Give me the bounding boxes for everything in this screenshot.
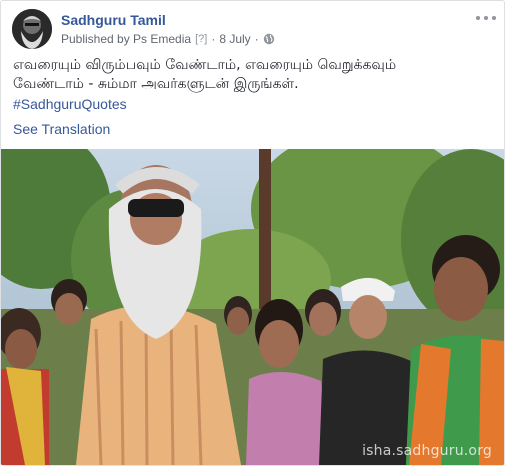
page-avatar[interactable] bbox=[12, 9, 52, 49]
globe-icon[interactable] bbox=[263, 33, 275, 45]
post-photo[interactable]: isha.sadhguru.org bbox=[1, 149, 504, 465]
post-card: Sadhguru Tamil Published by Ps Emedia [?… bbox=[0, 0, 505, 466]
meta-separator: · bbox=[211, 32, 216, 46]
post-date[interactable]: 8 July bbox=[219, 32, 250, 46]
page-name-link[interactable]: Sadhguru Tamil bbox=[61, 12, 166, 28]
help-marker[interactable]: [?] bbox=[195, 33, 207, 45]
post-text-line-2: வேண்டாம் - சும்மா அவர்களுடன் இருங்கள். bbox=[13, 76, 299, 92]
post-header: Sadhguru Tamil Published by Ps Emedia [?… bbox=[12, 7, 496, 51]
publisher-text[interactable]: Published by Ps Emedia bbox=[61, 32, 191, 46]
more-options-icon[interactable] bbox=[476, 11, 496, 25]
hashtag-link[interactable]: #SadhguruQuotes bbox=[13, 96, 127, 112]
post-text-line-1: எவரையும் விரும்பவும் வேண்டாம், எவரையும் … bbox=[13, 57, 397, 73]
post-meta: Published by Ps Emedia [?] · 8 July · bbox=[61, 32, 275, 46]
meta-separator-2: · bbox=[254, 32, 259, 46]
group-photo bbox=[1, 149, 504, 465]
avatar-image bbox=[12, 9, 52, 49]
see-translation-link[interactable]: See Translation bbox=[13, 121, 110, 137]
photo-watermark: isha.sadhguru.org bbox=[362, 443, 492, 459]
post-body-text: எவரையும் விரும்பவும் வேண்டாம், எவரையும் … bbox=[13, 56, 492, 94]
